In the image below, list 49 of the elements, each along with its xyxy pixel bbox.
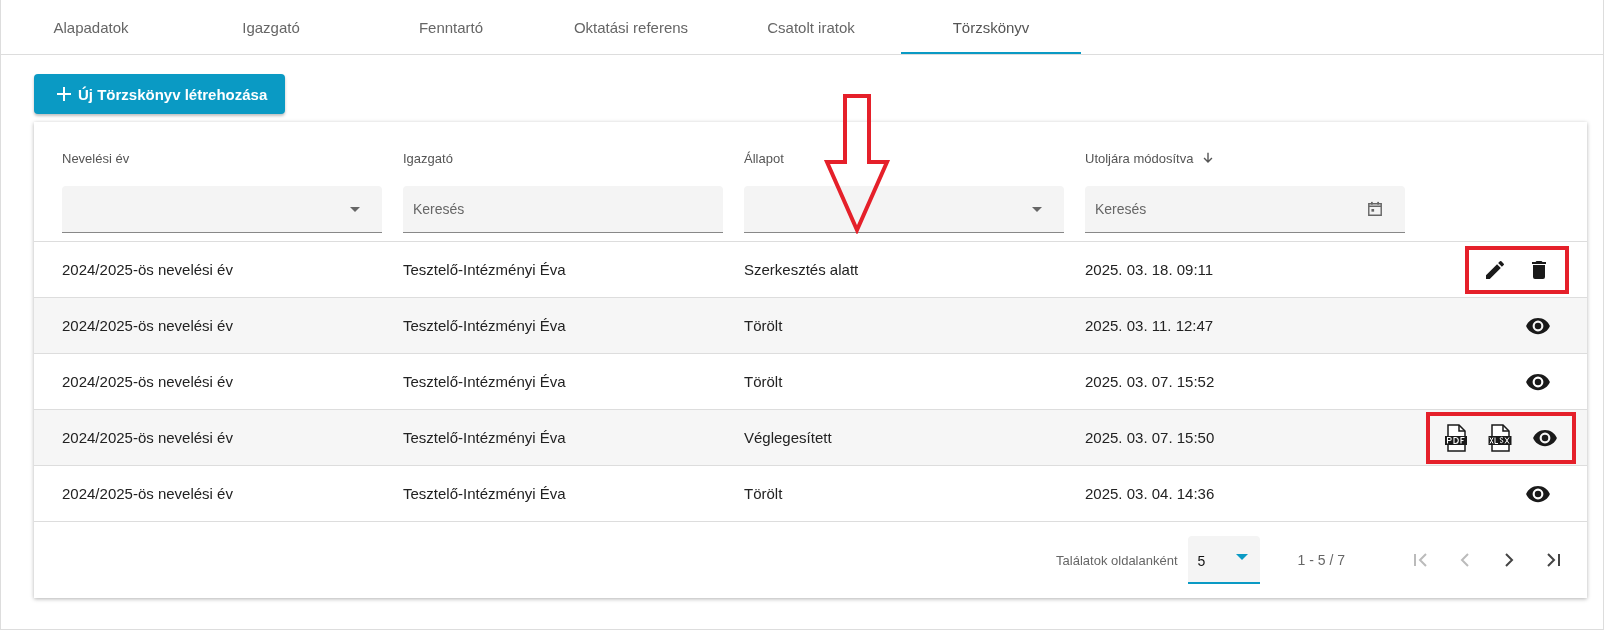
- table-cell: Véglegesített: [744, 429, 832, 446]
- tab[interactable]: Csatolt iratok: [721, 0, 901, 54]
- table-cell: 2024/2025-ös nevelési év: [62, 373, 233, 390]
- page-size-select[interactable]: 5: [1187, 536, 1260, 584]
- table-cell: 2025. 03. 07. 15:52: [1085, 373, 1215, 390]
- filter-field[interactable]: Keresés: [1085, 186, 1405, 233]
- table-cell: Törölt: [744, 317, 783, 334]
- column-header[interactable]: Nevelési év: [62, 148, 382, 168]
- page-range: 1 - 5 / 7: [1297, 552, 1345, 568]
- table-cell: Tesztelő-Intézményi Éva: [403, 317, 566, 334]
- table-cell: 2024/2025-ös nevelési év: [62, 429, 233, 446]
- table-cell: 2025. 03. 18. 09:11: [1085, 261, 1214, 278]
- spreadsheet-file-icon[interactable]: [1488, 423, 1512, 452]
- column-header[interactable]: Igazgató: [403, 148, 723, 168]
- table-cell: Törölt: [744, 373, 783, 390]
- table-cell: 2025. 03. 11. 12:47: [1085, 317, 1214, 334]
- dropdown-caret-icon: [1235, 554, 1248, 560]
- column-title: Utoljára módosítva: [1085, 150, 1194, 166]
- dropdown-caret-icon: [350, 206, 360, 212]
- table-cell: Tesztelő-Intézményi Éva: [403, 429, 566, 446]
- column-title: Igazgató: [403, 150, 453, 166]
- tab[interactable]: Alapadatok: [1, 0, 181, 54]
- table-cell: 2024/2025-ös nevelési év: [62, 485, 233, 502]
- table-cell: Szerkesztés alatt: [744, 261, 859, 278]
- filter-field[interactable]: [62, 186, 382, 233]
- table-cell: Törölt: [744, 485, 783, 502]
- tab[interactable]: Törzskönyv: [901, 0, 1081, 54]
- table-cell: Tesztelő-Intézményi Éva: [403, 261, 566, 278]
- table-cell: 2025. 03. 07. 15:50: [1085, 429, 1215, 446]
- create-button[interactable]: Új Törzskönyv létrehozása: [34, 74, 286, 114]
- plus-icon: [56, 86, 72, 102]
- filter-field[interactable]: [744, 186, 1064, 233]
- table-cell: 2024/2025-ös nevelési év: [62, 317, 233, 334]
- pdf-file-icon[interactable]: [1444, 423, 1468, 452]
- column-header[interactable]: Utoljára módosítva: [1085, 148, 1405, 168]
- column-title: Állapot: [744, 150, 784, 166]
- dropdown-caret-icon: [1032, 206, 1042, 212]
- page-size-label: Találatok oldalanként: [1056, 552, 1178, 568]
- calendar-icon[interactable]: [1367, 201, 1383, 217]
- filter-field[interactable]: Keresés: [403, 186, 723, 233]
- table-cell: 2025. 03. 04. 14:36: [1085, 485, 1215, 502]
- table-cell: 2024/2025-ös nevelési év: [62, 261, 233, 278]
- table-cell: Tesztelő-Intézményi Éva: [403, 373, 566, 390]
- tab[interactable]: Fenntartó: [361, 0, 541, 54]
- tab[interactable]: Igazgató: [181, 0, 361, 54]
- column-header[interactable]: Állapot: [744, 148, 1064, 168]
- table-cell: Tesztelő-Intézményi Éva: [403, 485, 566, 502]
- tab[interactable]: Oktatási referens: [541, 0, 721, 54]
- column-title: Nevelési év: [62, 150, 130, 166]
